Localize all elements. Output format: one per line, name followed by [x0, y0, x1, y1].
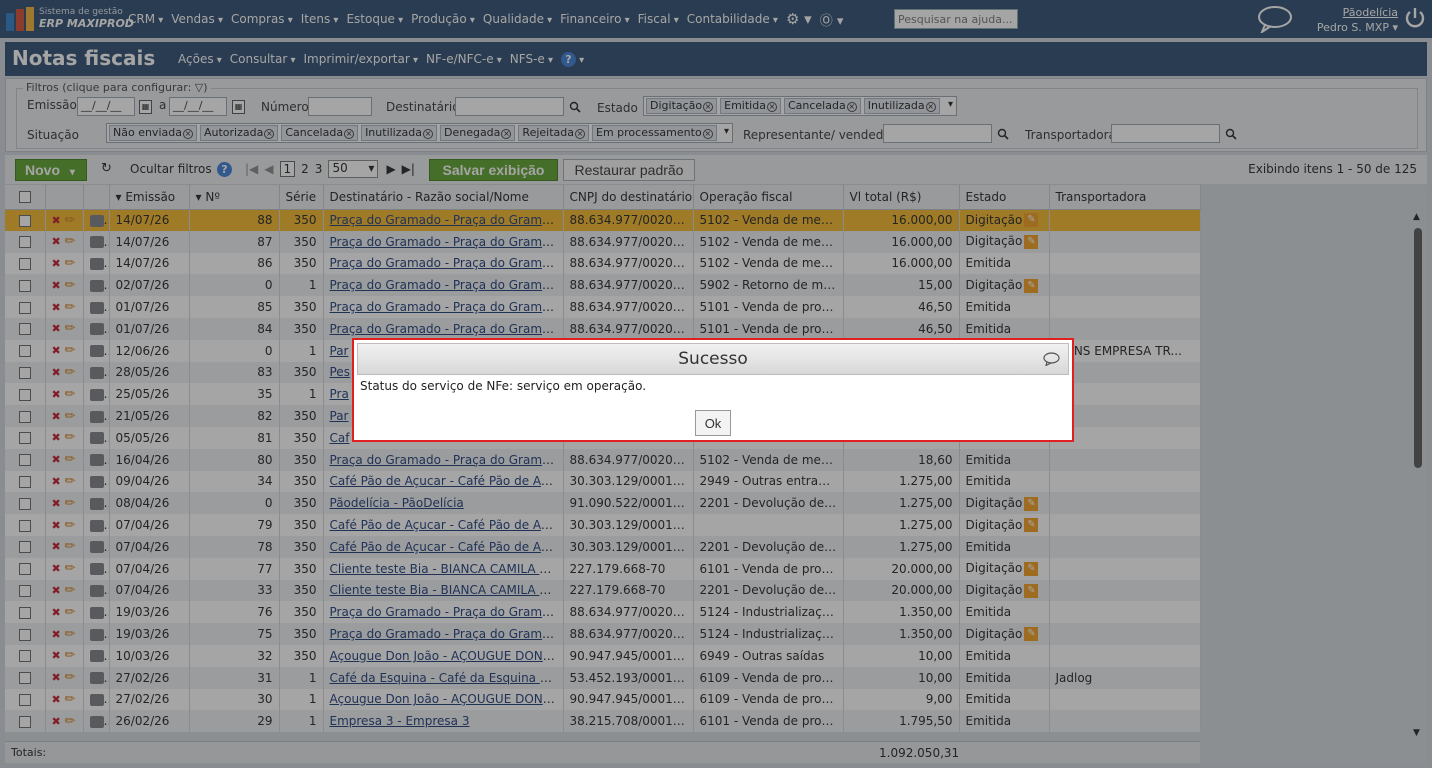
- success-dialog: Sucesso Status do serviço de NFe: serviç…: [352, 338, 1074, 442]
- dialog-title-text: Sucesso: [678, 349, 748, 369]
- dialog-title: Sucesso: [357, 343, 1069, 375]
- chat-icon[interactable]: [1043, 352, 1060, 366]
- ok-button[interactable]: Ok: [695, 410, 731, 436]
- dialog-message: Status do serviço de NFe: serviço em ope…: [360, 379, 647, 393]
